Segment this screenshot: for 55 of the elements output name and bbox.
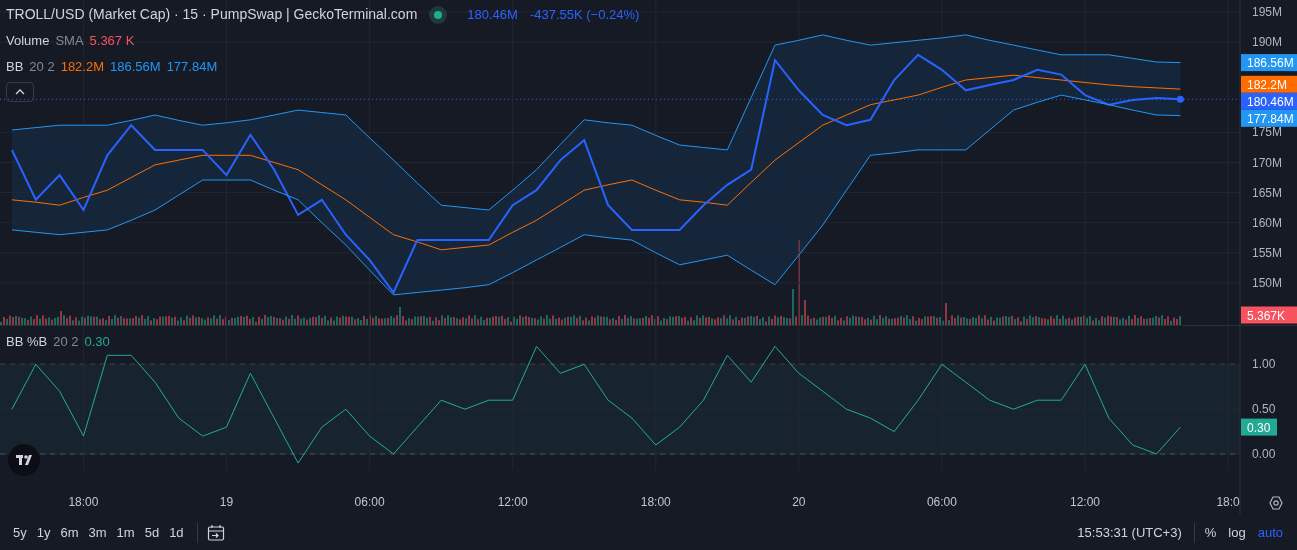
change-value: -437.55K (−0.24%) [529, 5, 640, 24]
range-button[interactable]: 3m [83, 520, 112, 545]
scale-button[interactable]: auto [1251, 522, 1289, 543]
clock-time[interactable]: 15:53:31 (UTC+3) [1077, 522, 1182, 543]
time-label: 12:00 [1070, 495, 1100, 509]
last-value: 180.46M [467, 5, 518, 24]
time-label: 12:00 [497, 495, 528, 509]
time-label: 06:00 [354, 495, 385, 509]
range-button[interactable]: 1y [31, 520, 56, 545]
axis-label: 165M [1252, 185, 1283, 200]
axis-label: 0.50 [1252, 402, 1276, 417]
indicator-name: Volume [6, 32, 50, 50]
range-button[interactable]: 1m [111, 520, 140, 545]
logo-icon [8, 444, 40, 476]
indicator-value: 0.30 [84, 333, 110, 351]
range-button[interactable]: 6m [55, 520, 84, 545]
indicator-name: BB %B [6, 333, 48, 351]
range-button[interactable]: 5y [8, 520, 32, 545]
calendar-icon[interactable] [205, 522, 226, 543]
time-label: 20 [792, 495, 806, 509]
axis-label: 175M [1252, 125, 1283, 140]
collapse-button[interactable] [6, 82, 34, 102]
price-tag: 5.367K [1241, 306, 1297, 324]
axis-label: 0.00 [1252, 447, 1276, 461]
axis-label: 170M [1252, 155, 1283, 170]
indicator-value: 5.367 K [89, 32, 135, 50]
price-tag: 182.2M [1241, 75, 1297, 93]
indicator-params: 20 2 [29, 57, 55, 76]
indicator-params: SMA [55, 32, 84, 50]
axis-label: 190M [1252, 35, 1283, 50]
axis-label: 195M [1252, 5, 1283, 20]
price-tag: 0.30 [1241, 418, 1277, 436]
chart-title: TROLL/USD (Market Cap) · 15 · PumpSwap | GeckoTerminal.com [6, 5, 418, 24]
price-tag: 186.56M [1241, 54, 1297, 72]
axis-label: 155M [1252, 245, 1283, 260]
time-label: 18:00 [68, 495, 99, 509]
settings-icon[interactable] [1268, 495, 1284, 511]
last-point-marker [1176, 95, 1184, 103]
chevron-up-icon [15, 89, 25, 95]
indicator-value: 186.56M [110, 57, 161, 76]
axis-label: 1.00 [1252, 357, 1276, 372]
indicator-name: BB [6, 57, 24, 76]
range-button[interactable]: 1d [164, 520, 189, 545]
indicator-value: 177.84M [166, 57, 218, 76]
time-label: 06:00 [926, 495, 957, 509]
indicator-value: 182.2M [60, 57, 105, 76]
axis-label: 160M [1252, 215, 1283, 230]
time-label: 19 [219, 495, 234, 509]
scale-button[interactable]: % [1198, 522, 1223, 543]
indicator-params: 20 2 [53, 333, 79, 351]
scale-button[interactable]: log [1222, 522, 1252, 543]
time-label: 18:0 [1216, 495, 1240, 509]
time-label: 18:00 [640, 495, 671, 509]
axis-label: 150M [1252, 275, 1283, 290]
range-button[interactable]: 5d [139, 520, 165, 545]
